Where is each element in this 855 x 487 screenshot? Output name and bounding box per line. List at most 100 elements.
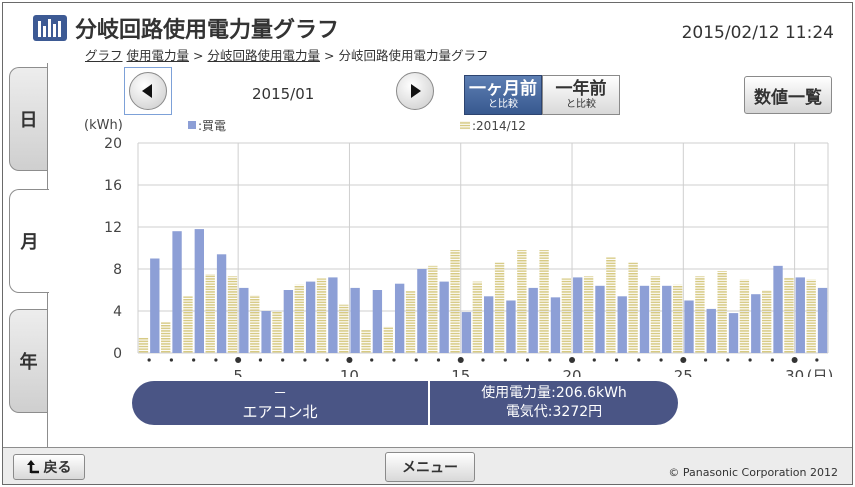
bar-previous <box>316 278 327 353</box>
bar-chart-icon <box>33 15 67 41</box>
bar-previous <box>583 276 594 353</box>
day-marker <box>680 357 687 363</box>
bar-current <box>595 285 605 353</box>
day-marker <box>258 358 263 362</box>
bar-previous <box>517 250 527 353</box>
back-label: 戻る <box>43 460 72 476</box>
compare-year-sublabel: と比較 <box>566 99 596 110</box>
compare-year-button[interactable]: 一年前 と比較 <box>542 75 620 115</box>
y-axis-label: (kWh) <box>84 118 123 133</box>
day-marker <box>791 357 798 363</box>
bar-previous <box>606 257 616 353</box>
x-tick-label: 20 <box>562 367 581 377</box>
day-marker <box>169 358 173 362</box>
next-month-button[interactable] <box>396 72 434 110</box>
bar-current <box>328 277 338 353</box>
day-marker <box>592 358 596 362</box>
bar-current <box>550 297 561 353</box>
compare-month-label: 一ヶ月前 <box>469 79 537 99</box>
day-marker <box>392 358 396 362</box>
bar-previous <box>161 321 171 353</box>
prev-month-button[interactable] <box>129 72 167 110</box>
breadcrumb-current: 分岐回路使用電力量グラフ <box>338 48 489 63</box>
bar-previous <box>672 284 683 353</box>
menu-button[interactable]: メニュー <box>385 452 475 482</box>
usage-chart: 0 4 8 12 16 20 (kWh):買電:2014/12 5 10 15 20 25 30 (日) <box>84 118 834 377</box>
bar-previous <box>138 337 149 353</box>
value-list-button[interactable]: 数値一覧 <box>744 76 832 114</box>
bar-previous <box>339 304 349 353</box>
bar-current <box>773 265 783 353</box>
bar-current <box>394 283 405 353</box>
day-marker <box>525 358 530 362</box>
day-marker <box>147 358 151 362</box>
bar-previous <box>628 262 638 353</box>
day-marker <box>214 358 218 362</box>
bar-current <box>706 308 716 353</box>
bar-previous <box>561 278 572 353</box>
triangle-right-icon <box>411 84 421 98</box>
compare-month-button[interactable]: 一ヶ月前 と比較 <box>464 75 542 115</box>
day-marker <box>748 358 752 362</box>
bar-current <box>261 311 271 353</box>
bar-current <box>662 285 672 353</box>
y-tick-label: 20 <box>104 136 122 152</box>
page-title: 分岐回路使用電力量グラフ <box>75 18 340 43</box>
bar-current <box>817 287 828 353</box>
usage-info: 使用電力量:206.6kWh 電気代:3272円 <box>430 384 678 422</box>
copyright: © Panasonic Corporation 2012 <box>668 466 838 479</box>
circuit-info: － エアコン北 <box>132 381 428 425</box>
x-tick-label: 30 <box>785 367 804 377</box>
breadcrumb-graph[interactable]: グラフ <box>85 48 123 63</box>
period-tabs: 日 月 年 <box>3 63 49 453</box>
day-marker <box>503 358 507 362</box>
legend-swatch-current <box>188 121 196 129</box>
legend-swatch-previous <box>460 121 470 130</box>
bar-current <box>350 287 360 353</box>
current-month: 2015/01 <box>252 85 315 103</box>
bar-current <box>684 300 694 353</box>
compare-year-label: 一年前 <box>555 79 607 99</box>
bar-previous <box>717 271 727 353</box>
tab-month[interactable]: 月 <box>9 189 49 293</box>
x-axis-unit: (日) <box>807 367 834 377</box>
day-marker <box>436 358 441 362</box>
bar-previous <box>428 265 438 353</box>
bar-previous <box>472 281 482 353</box>
tab-year[interactable]: 年 <box>9 309 47 413</box>
bar-current <box>216 254 227 353</box>
day-marker <box>569 357 576 363</box>
breadcrumb-power-usage[interactable]: 使用電力量 <box>127 48 190 63</box>
tab-day[interactable]: 日 <box>9 67 47 171</box>
day-marker <box>659 358 663 362</box>
circuit-name: エアコン北 <box>242 403 318 421</box>
usage-total: 使用電力量:206.6kWh <box>481 385 627 401</box>
day-marker <box>235 357 242 363</box>
day-marker <box>548 358 552 362</box>
day-marker <box>614 358 619 362</box>
day-marker <box>703 358 708 362</box>
bar-current <box>417 269 427 353</box>
bar-current <box>172 231 182 353</box>
back-button[interactable]: 戻る <box>13 454 85 480</box>
day-marker <box>414 358 418 362</box>
y-tick-label: 8 <box>113 262 122 278</box>
bar-previous <box>494 262 505 353</box>
app-window: 分岐回路使用電力量グラフ 2015/02/12 11:24 グラフ 使用電力量 … <box>2 2 853 485</box>
bar-current <box>795 277 805 353</box>
x-tick-label: 25 <box>674 367 693 377</box>
legend-previous: :2014/12 <box>472 119 526 133</box>
x-tick-label: 15 <box>451 367 470 377</box>
bar-current <box>305 281 316 353</box>
day-marker <box>481 358 485 362</box>
bar-previous <box>361 329 371 353</box>
bar-previous <box>227 276 238 353</box>
circuit-dash: － <box>273 386 287 402</box>
day-marker <box>726 358 730 362</box>
breadcrumb-branch-usage[interactable]: 分岐回路使用電力量 <box>207 48 320 63</box>
day-marker <box>370 358 374 362</box>
bar-current <box>439 281 449 353</box>
main-panel: 2015/01 一ヶ月前 と比較 一年前 と比較 数値一覧 0 4 8 12 16 20 (… <box>47 63 852 447</box>
breadcrumb: グラフ 使用電力量 > 分岐回路使用電力量 > 分岐回路使用電力量グラフ <box>85 45 488 64</box>
y-tick-label: 4 <box>113 304 122 320</box>
